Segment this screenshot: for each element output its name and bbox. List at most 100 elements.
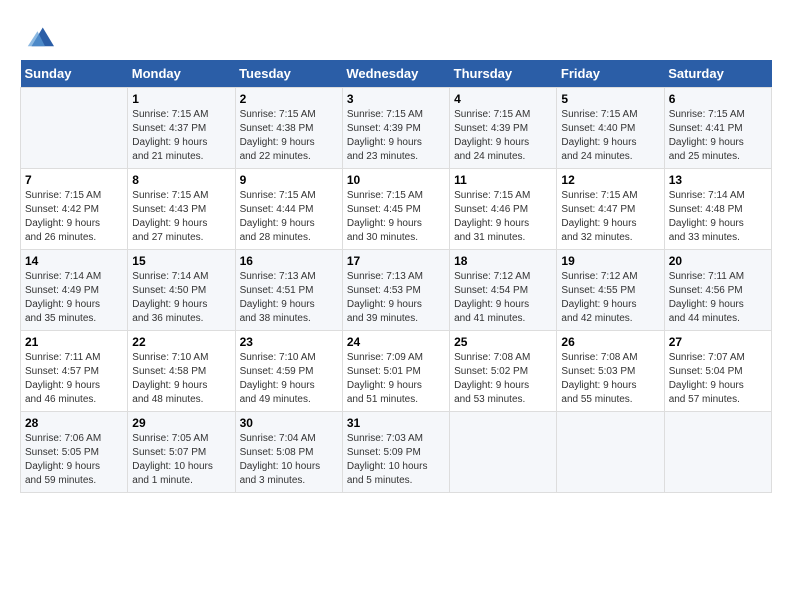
day-cell: 18 Sunrise: 7:12 AM Sunset: 4:54 PM Dayli… <box>450 250 557 331</box>
day-info: Sunrise: 7:03 AM Sunset: 5:09 PM Dayligh… <box>347 432 445 488</box>
day-info: Sunrise: 7:15 AM Sunset: 4:38 PM Dayligh… <box>240 108 338 164</box>
day-cell: 4Sunrise: 7:15 AM Sunset: 4:39 PM Daylig… <box>450 88 557 169</box>
day-cell: 16 Sunrise: 7:13 AM Sunset: 4:51 PM Dayli… <box>235 250 342 331</box>
day-cell: 6 Sunrise: 7:15 AM Sunset: 4:41 PM Daylig… <box>664 88 771 169</box>
col-header-wednesday: Wednesday <box>342 60 449 88</box>
day-cell: 29 Sunrise: 7:05 AM Sunset: 5:07 PM Dayli… <box>128 412 235 493</box>
day-info: Sunrise: 7:15 AM Sunset: 4:39 PM Dayligh… <box>454 108 552 164</box>
day-info: Sunrise: 7:10 AM Sunset: 4:58 PM Dayligh… <box>132 351 230 407</box>
day-info: Sunrise: 7:12 AM Sunset: 4:54 PM Dayligh… <box>454 270 552 326</box>
day-info: Sunrise: 7:14 AM Sunset: 4:49 PM Dayligh… <box>25 270 123 326</box>
day-number: 2 <box>240 92 338 106</box>
week-row-1: 1Sunrise: 7:15 AM Sunset: 4:37 PM Daylig… <box>21 88 772 169</box>
day-cell <box>664 412 771 493</box>
day-number: 6 <box>669 92 767 106</box>
day-cell: 21 Sunrise: 7:11 AM Sunset: 4:57 PM Dayli… <box>21 331 128 412</box>
day-number: 21 <box>25 335 123 349</box>
day-cell: 25 Sunrise: 7:08 AM Sunset: 5:02 PM Dayli… <box>450 331 557 412</box>
day-number: 16 <box>240 254 338 268</box>
day-number: 5 <box>561 92 659 106</box>
day-cell: 9 Sunrise: 7:15 AM Sunset: 4:44 PM Daylig… <box>235 169 342 250</box>
day-info: Sunrise: 7:12 AM Sunset: 4:55 PM Dayligh… <box>561 270 659 326</box>
day-info: Sunrise: 7:13 AM Sunset: 4:51 PM Dayligh… <box>240 270 338 326</box>
logo <box>20 20 54 50</box>
header <box>20 20 772 50</box>
day-info: Sunrise: 7:15 AM Sunset: 4:37 PM Dayligh… <box>132 108 230 164</box>
week-row-2: 7 Sunrise: 7:15 AM Sunset: 4:42 PM Daylig… <box>21 169 772 250</box>
day-cell: 12 Sunrise: 7:15 AM Sunset: 4:47 PM Dayli… <box>557 169 664 250</box>
day-info: Sunrise: 7:15 AM Sunset: 4:43 PM Dayligh… <box>132 189 230 245</box>
day-number: 13 <box>669 173 767 187</box>
day-number: 20 <box>669 254 767 268</box>
day-cell: 15 Sunrise: 7:14 AM Sunset: 4:50 PM Dayli… <box>128 250 235 331</box>
day-number: 30 <box>240 416 338 430</box>
day-number: 27 <box>669 335 767 349</box>
day-number: 15 <box>132 254 230 268</box>
day-info: Sunrise: 7:13 AM Sunset: 4:53 PM Dayligh… <box>347 270 445 326</box>
col-header-thursday: Thursday <box>450 60 557 88</box>
day-cell: 23 Sunrise: 7:10 AM Sunset: 4:59 PM Dayli… <box>235 331 342 412</box>
day-number: 22 <box>132 335 230 349</box>
day-cell: 24 Sunrise: 7:09 AM Sunset: 5:01 PM Dayli… <box>342 331 449 412</box>
day-cell <box>450 412 557 493</box>
week-row-5: 28Sunrise: 7:06 AM Sunset: 5:05 PM Dayli… <box>21 412 772 493</box>
calendar-header-row: SundayMondayTuesdayWednesdayThursdayFrid… <box>21 60 772 88</box>
day-info: Sunrise: 7:09 AM Sunset: 5:01 PM Dayligh… <box>347 351 445 407</box>
calendar-body: 1Sunrise: 7:15 AM Sunset: 4:37 PM Daylig… <box>21 88 772 493</box>
day-info: Sunrise: 7:15 AM Sunset: 4:41 PM Dayligh… <box>669 108 767 164</box>
day-number: 24 <box>347 335 445 349</box>
day-info: Sunrise: 7:05 AM Sunset: 5:07 PM Dayligh… <box>132 432 230 488</box>
day-info: Sunrise: 7:15 AM Sunset: 4:46 PM Dayligh… <box>454 189 552 245</box>
day-cell: 5Sunrise: 7:15 AM Sunset: 4:40 PM Daylig… <box>557 88 664 169</box>
day-info: Sunrise: 7:04 AM Sunset: 5:08 PM Dayligh… <box>240 432 338 488</box>
col-header-tuesday: Tuesday <box>235 60 342 88</box>
day-cell: 7 Sunrise: 7:15 AM Sunset: 4:42 PM Daylig… <box>21 169 128 250</box>
week-row-4: 21 Sunrise: 7:11 AM Sunset: 4:57 PM Dayli… <box>21 331 772 412</box>
day-cell: 13 Sunrise: 7:14 AM Sunset: 4:48 PM Dayli… <box>664 169 771 250</box>
day-info: Sunrise: 7:11 AM Sunset: 4:57 PM Dayligh… <box>25 351 123 407</box>
day-number: 7 <box>25 173 123 187</box>
col-header-friday: Friday <box>557 60 664 88</box>
col-header-saturday: Saturday <box>664 60 771 88</box>
day-number: 25 <box>454 335 552 349</box>
day-cell: 28Sunrise: 7:06 AM Sunset: 5:05 PM Dayli… <box>21 412 128 493</box>
day-cell: 22 Sunrise: 7:10 AM Sunset: 4:58 PM Dayli… <box>128 331 235 412</box>
day-number: 9 <box>240 173 338 187</box>
calendar-table: SundayMondayTuesdayWednesdayThursdayFrid… <box>20 60 772 493</box>
day-cell: 10 Sunrise: 7:15 AM Sunset: 4:45 PM Dayli… <box>342 169 449 250</box>
day-cell: 3 Sunrise: 7:15 AM Sunset: 4:39 PM Daylig… <box>342 88 449 169</box>
day-info: Sunrise: 7:08 AM Sunset: 5:03 PM Dayligh… <box>561 351 659 407</box>
day-info: Sunrise: 7:14 AM Sunset: 4:50 PM Dayligh… <box>132 270 230 326</box>
day-number: 17 <box>347 254 445 268</box>
day-info: Sunrise: 7:14 AM Sunset: 4:48 PM Dayligh… <box>669 189 767 245</box>
day-number: 12 <box>561 173 659 187</box>
day-info: Sunrise: 7:15 AM Sunset: 4:42 PM Dayligh… <box>25 189 123 245</box>
day-info: Sunrise: 7:15 AM Sunset: 4:47 PM Dayligh… <box>561 189 659 245</box>
day-info: Sunrise: 7:15 AM Sunset: 4:44 PM Dayligh… <box>240 189 338 245</box>
day-number: 31 <box>347 416 445 430</box>
day-number: 18 <box>454 254 552 268</box>
day-number: 14 <box>25 254 123 268</box>
day-number: 23 <box>240 335 338 349</box>
day-number: 10 <box>347 173 445 187</box>
day-cell: 27 Sunrise: 7:07 AM Sunset: 5:04 PM Dayli… <box>664 331 771 412</box>
day-cell: 20Sunrise: 7:11 AM Sunset: 4:56 PM Dayli… <box>664 250 771 331</box>
day-cell <box>557 412 664 493</box>
day-number: 8 <box>132 173 230 187</box>
day-info: Sunrise: 7:15 AM Sunset: 4:45 PM Dayligh… <box>347 189 445 245</box>
day-cell: 19 Sunrise: 7:12 AM Sunset: 4:55 PM Dayli… <box>557 250 664 331</box>
day-info: Sunrise: 7:10 AM Sunset: 4:59 PM Dayligh… <box>240 351 338 407</box>
day-number: 11 <box>454 173 552 187</box>
day-info: Sunrise: 7:15 AM Sunset: 4:39 PM Dayligh… <box>347 108 445 164</box>
day-number: 3 <box>347 92 445 106</box>
day-info: Sunrise: 7:08 AM Sunset: 5:02 PM Dayligh… <box>454 351 552 407</box>
day-cell: 8 Sunrise: 7:15 AM Sunset: 4:43 PM Daylig… <box>128 169 235 250</box>
col-header-sunday: Sunday <box>21 60 128 88</box>
day-number: 29 <box>132 416 230 430</box>
day-number: 19 <box>561 254 659 268</box>
day-info: Sunrise: 7:06 AM Sunset: 5:05 PM Dayligh… <box>25 432 123 488</box>
day-info: Sunrise: 7:07 AM Sunset: 5:04 PM Dayligh… <box>669 351 767 407</box>
day-cell <box>21 88 128 169</box>
day-number: 26 <box>561 335 659 349</box>
day-cell: 26 Sunrise: 7:08 AM Sunset: 5:03 PM Dayli… <box>557 331 664 412</box>
